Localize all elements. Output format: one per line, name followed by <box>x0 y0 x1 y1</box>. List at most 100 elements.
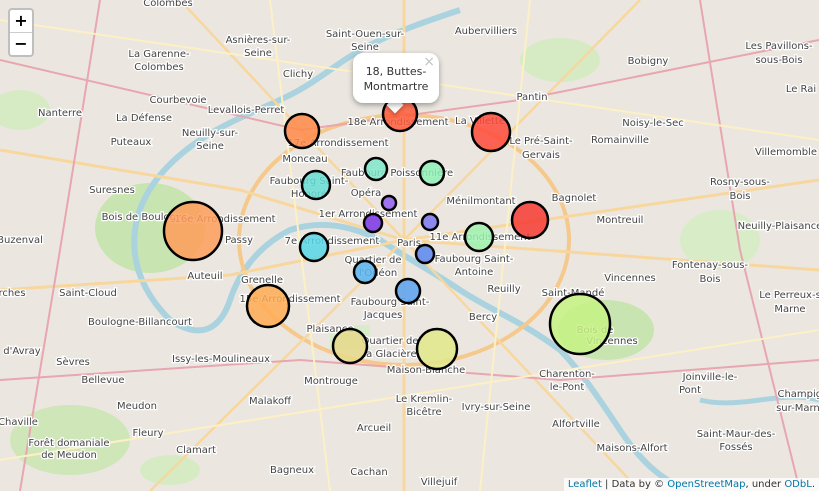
arrondissement-bubble-2[interactable] <box>380 194 398 212</box>
place-label: Marne <box>774 304 805 315</box>
zoom-out-button[interactable]: − <box>10 33 32 55</box>
place-label: Sèvres <box>56 356 90 368</box>
place-label: Meudon <box>117 401 157 412</box>
zoom-in-button[interactable]: + <box>10 10 32 33</box>
place-label: Suresnes <box>89 185 135 196</box>
place-label: Monceau <box>282 154 327 165</box>
place-label: d'Avray <box>3 346 41 357</box>
place-label: Les Pavillons- <box>745 41 813 52</box>
place-label: Bercy <box>469 312 497 323</box>
attribution: Leaflet | Data by © OpenStreetMap, under… <box>563 478 819 491</box>
attribution-under: , under <box>745 479 785 490</box>
arrondissement-bubble-3[interactable] <box>420 212 440 232</box>
arrondissement-bubble-14[interactable] <box>331 327 369 365</box>
arrondissement-bubble-19[interactable] <box>470 111 512 153</box>
arrondissement-bubble-8[interactable] <box>300 169 332 201</box>
place-label: Colombes <box>143 0 192 9</box>
popup-text: 18, Buttes-Montmartre <box>363 65 429 93</box>
odbl-link[interactable]: ODbL <box>784 479 812 490</box>
arrondissement-bubble-16[interactable] <box>162 200 224 262</box>
place-label: Grenelle <box>241 275 283 286</box>
place-label: Issy-les-Moulineaux <box>172 354 270 365</box>
place-label: la Glacière <box>363 348 416 360</box>
place-label: Faubourg Saint- <box>435 254 514 265</box>
place-label: Champign <box>777 389 819 400</box>
arrondissement-bubble-11[interactable] <box>463 221 495 253</box>
arrondissement-bubble-17[interactable] <box>283 112 321 150</box>
map-container[interactable]: Colombes Asnières-sur- Seine Saint-Ouen-sur… <box>0 0 819 491</box>
place-label: Seine <box>351 42 379 53</box>
place-label: Aubervilliers <box>455 26 517 37</box>
place-label: Gervais <box>522 150 560 161</box>
place-label: Forêt domaniale <box>28 437 109 449</box>
place-label: de Meudon <box>41 450 97 461</box>
place-label: Quartier de <box>361 336 418 347</box>
arrondissement-bubble-10[interactable] <box>418 159 446 187</box>
zoom-control: + − <box>8 8 34 57</box>
place-label: Chaville <box>0 417 38 428</box>
place-label: Seine <box>244 48 272 59</box>
osm-link[interactable]: OpenStreetMap <box>667 479 745 490</box>
place-label: Bois <box>730 191 751 202</box>
place-label: Seine <box>196 141 224 152</box>
place-label: rches <box>0 288 26 299</box>
arrondissement-bubble-9[interactable] <box>363 156 389 182</box>
arrondissement-bubble-6[interactable] <box>352 259 378 285</box>
place-label: Pantin <box>516 92 547 103</box>
place-label: Bellevue <box>81 375 124 386</box>
place-label: Neuilly-sur- <box>182 128 239 139</box>
arrondissement-bubble-5[interactable] <box>394 277 422 305</box>
place-label: Boulogne-Billancourt <box>88 317 192 328</box>
place-label: Arcueil <box>357 423 391 434</box>
place-label: Villejuif <box>421 477 458 488</box>
place-label: Colombes <box>134 62 183 73</box>
marker-popup: × 18, Buttes-Montmartre <box>353 53 439 103</box>
arrondissement-bubble-20[interactable] <box>510 200 550 240</box>
place-label: Fleury <box>132 428 163 439</box>
place-label: Saint-Ouen-sur- <box>326 29 405 40</box>
place-label: Buzenval <box>0 235 43 246</box>
place-label: Rosny-sous- <box>710 177 770 188</box>
place-label: Fontenay-sous- <box>672 260 749 271</box>
arrondissement-bubble-12[interactable] <box>548 292 612 356</box>
arrondissement-bubble-15[interactable] <box>245 283 291 329</box>
place-label: Pont <box>679 385 701 396</box>
place-label: Cachan <box>350 467 387 478</box>
place-label: Romainville <box>591 135 649 146</box>
place-label: Joinville-le- <box>682 372 738 383</box>
arrondissement-bubble-1[interactable] <box>362 212 384 234</box>
place-label: Noisy-le-Sec <box>622 118 683 129</box>
attribution-end: . <box>811 479 815 490</box>
place-label: Bois <box>700 274 721 285</box>
place-label: Clichy <box>283 69 313 80</box>
place-label: Ivry-sur-Seine <box>462 402 531 413</box>
place-label: Clamart <box>176 445 216 456</box>
attribution-sep: | Data by © <box>601 479 668 490</box>
place-label: Asnières-sur- <box>226 34 291 46</box>
arrondissement-bubble-13[interactable] <box>415 327 459 371</box>
place-label: le-Pont <box>550 382 585 393</box>
place-label: La Garenne- <box>128 49 190 60</box>
arrondissement-bubble-7[interactable] <box>298 231 330 263</box>
place-label: Nanterre <box>38 108 82 119</box>
place-label: Antoine <box>455 267 494 278</box>
place-label: Bicêtre <box>406 406 441 418</box>
place-label: Charenton- <box>539 369 595 380</box>
place-label: Bobigny <box>628 56 669 67</box>
place-label: Opéra <box>351 187 382 199</box>
place-label: Le Pré-Saint- <box>509 135 573 147</box>
place-label: Montreuil <box>597 215 644 226</box>
place-label: Jacques <box>363 310 403 321</box>
place-label: Saint-Maur-des- <box>697 429 776 440</box>
leaflet-link[interactable]: Leaflet <box>568 479 602 490</box>
place-label: Bagneux <box>270 465 314 476</box>
place-label: sous-Bois <box>755 55 802 66</box>
place-label: Saint-Cloud <box>59 288 117 299</box>
place-label: Alfortville <box>552 419 600 430</box>
arrondissement-bubble-4[interactable] <box>414 243 436 265</box>
place-label: Le Perreux-s <box>759 290 819 301</box>
place-label: Maisons-Alfort <box>596 443 667 454</box>
place-label: Ménilmontant <box>446 195 515 207</box>
place-label: sur-Marne <box>776 403 819 414</box>
place-label: Reuilly <box>487 284 520 295</box>
